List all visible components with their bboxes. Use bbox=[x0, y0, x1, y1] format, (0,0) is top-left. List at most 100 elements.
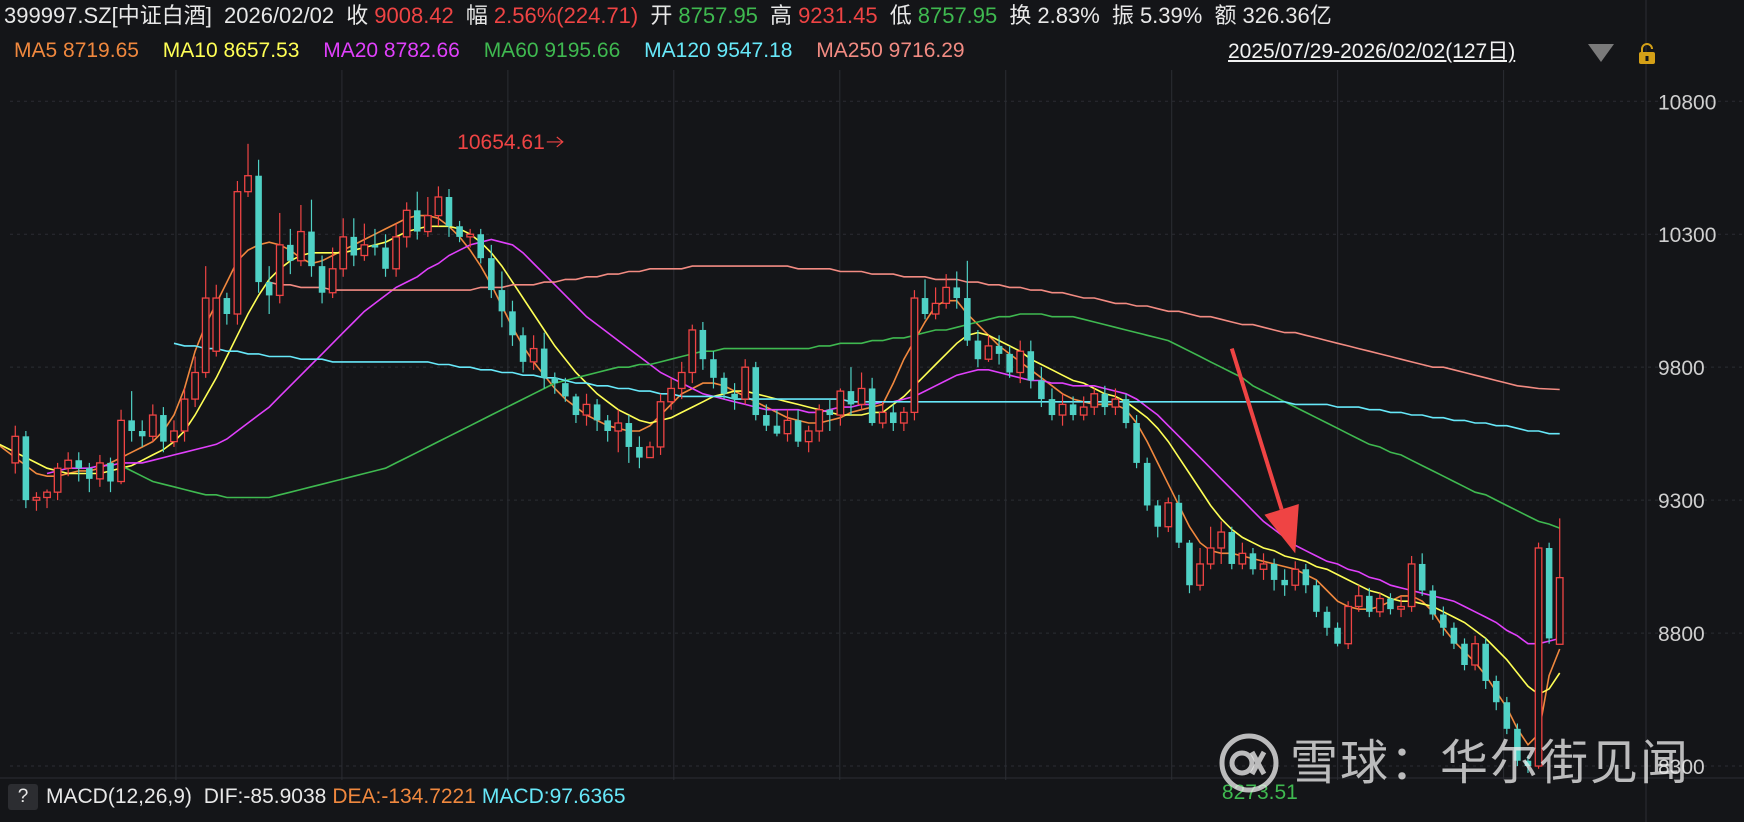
y-tick-label: 8800 bbox=[1658, 623, 1705, 646]
candle-body bbox=[1450, 627, 1458, 644]
candle-body bbox=[1555, 577, 1564, 645]
candle-body bbox=[582, 403, 591, 416]
candle-body bbox=[1259, 563, 1268, 570]
candle-body bbox=[160, 415, 167, 442]
candle-body bbox=[86, 468, 93, 479]
y-tick-label: 10800 bbox=[1658, 91, 1716, 114]
high-value: 9231.45 bbox=[798, 3, 878, 28]
candle-body bbox=[572, 396, 580, 416]
candle-body bbox=[22, 436, 30, 501]
candle-body bbox=[1397, 605, 1405, 610]
candle-body bbox=[1238, 552, 1247, 565]
candle-body bbox=[1291, 568, 1300, 586]
amplitude-label: 振 bbox=[1111, 3, 1134, 28]
candle-body bbox=[1270, 563, 1278, 580]
candle-body bbox=[942, 286, 951, 305]
candle-body bbox=[382, 247, 389, 269]
candle-body bbox=[498, 290, 506, 312]
candle-body bbox=[1387, 598, 1394, 610]
macd-label[interactable]: MACD(12,26,9) bbox=[46, 785, 192, 808]
ma-legend-item[interactable]: MA20 8782.66 bbox=[323, 39, 460, 62]
candle-body bbox=[107, 462, 114, 482]
candle-body bbox=[1101, 393, 1109, 408]
candle-body bbox=[1016, 350, 1025, 374]
candle-body bbox=[562, 383, 569, 397]
candle-body bbox=[1122, 399, 1130, 424]
candle-body bbox=[1217, 531, 1226, 549]
ma-legend-item[interactable]: MA5 8719.65 bbox=[14, 39, 139, 62]
candle-body bbox=[783, 419, 792, 435]
candle-body bbox=[1302, 569, 1310, 586]
candle-body bbox=[1154, 505, 1162, 527]
candle-body bbox=[625, 423, 633, 447]
candle-body bbox=[148, 414, 157, 437]
candle-body bbox=[255, 175, 262, 283]
ma-line-ma20 bbox=[46, 238, 1560, 645]
high-label: 高 bbox=[770, 3, 793, 28]
candle-body bbox=[752, 367, 760, 416]
candle-body bbox=[1429, 590, 1437, 615]
ma-legend-item[interactable]: MA10 8657.53 bbox=[163, 39, 300, 62]
ma-legend-item[interactable]: MA60 9195.66 bbox=[484, 39, 621, 62]
lock-icon[interactable] bbox=[1636, 42, 1658, 66]
candle-body bbox=[275, 244, 284, 297]
low-label: 低 bbox=[889, 3, 912, 28]
candle-body bbox=[413, 210, 421, 232]
help-icon[interactable]: ? bbox=[8, 784, 38, 810]
snowball-logo-icon bbox=[1219, 733, 1279, 793]
candle-body bbox=[1186, 542, 1193, 586]
ma-legend-item[interactable]: MA120 9547.18 bbox=[644, 39, 792, 62]
candle-body bbox=[75, 460, 83, 469]
candle-body bbox=[180, 398, 189, 432]
candle-body bbox=[1143, 462, 1151, 506]
candle-body bbox=[1418, 563, 1426, 591]
amount-value: 326.36亿 bbox=[1242, 3, 1332, 28]
candle-body bbox=[1196, 563, 1204, 586]
candle-body bbox=[360, 244, 369, 257]
candle-body bbox=[1206, 547, 1215, 565]
candle-body bbox=[1440, 614, 1447, 628]
candle-body bbox=[64, 459, 73, 469]
candle-body bbox=[847, 391, 855, 405]
candle-body bbox=[1038, 380, 1045, 400]
candle-body bbox=[688, 329, 697, 374]
candle-body bbox=[339, 236, 348, 270]
candle-body bbox=[836, 390, 845, 416]
amplitude-value: 5.39% bbox=[1139, 3, 1203, 28]
red-arrow-head bbox=[1264, 504, 1299, 554]
macd-value: MACD:97.6365 bbox=[481, 785, 626, 808]
candle-body bbox=[890, 412, 897, 424]
candle-body bbox=[1492, 680, 1500, 703]
candle-body bbox=[445, 197, 453, 227]
close-value: 9008.42 bbox=[374, 3, 454, 28]
candle-body bbox=[656, 401, 665, 448]
macd-dea: DEA:-134.7221 bbox=[332, 785, 476, 808]
amount-label: 额 bbox=[1214, 3, 1237, 28]
candle-body bbox=[456, 226, 463, 237]
candle-body bbox=[477, 234, 485, 259]
candle-body bbox=[1027, 351, 1035, 381]
candle-body bbox=[233, 191, 242, 315]
candle-body bbox=[170, 430, 178, 443]
ma-legend-item[interactable]: MA250 9716.29 bbox=[816, 39, 964, 62]
candle-body bbox=[32, 496, 41, 501]
price-chart[interactable]: 10654.618273.51 830088009300980010300108… bbox=[0, 0, 1744, 822]
candle-body bbox=[1344, 605, 1353, 645]
max-price-label: 10654.61 bbox=[457, 131, 545, 154]
candle-body bbox=[646, 446, 654, 459]
candle-body bbox=[212, 297, 221, 352]
y-tick-label: 9800 bbox=[1658, 357, 1705, 380]
candle-body bbox=[1006, 353, 1013, 373]
candle-body bbox=[434, 196, 443, 217]
candle-body bbox=[117, 419, 126, 483]
candle-body bbox=[1545, 548, 1553, 639]
candle-body bbox=[1111, 398, 1120, 408]
candle-body bbox=[899, 411, 908, 424]
candle-body bbox=[1375, 597, 1384, 613]
ma-legend: MA5 8719.65 MA10 8657.53 MA20 8782.66 MA… bbox=[0, 36, 1214, 66]
candlesticks bbox=[11, 143, 1564, 773]
symbol-name[interactable]: 399997.SZ[中证白酒] bbox=[4, 3, 212, 28]
date-range-selector[interactable]: 2025/07/29-2026/02/02(127日) bbox=[1228, 38, 1515, 66]
candle-body bbox=[191, 371, 200, 400]
chevron-down-icon[interactable] bbox=[1588, 44, 1614, 62]
